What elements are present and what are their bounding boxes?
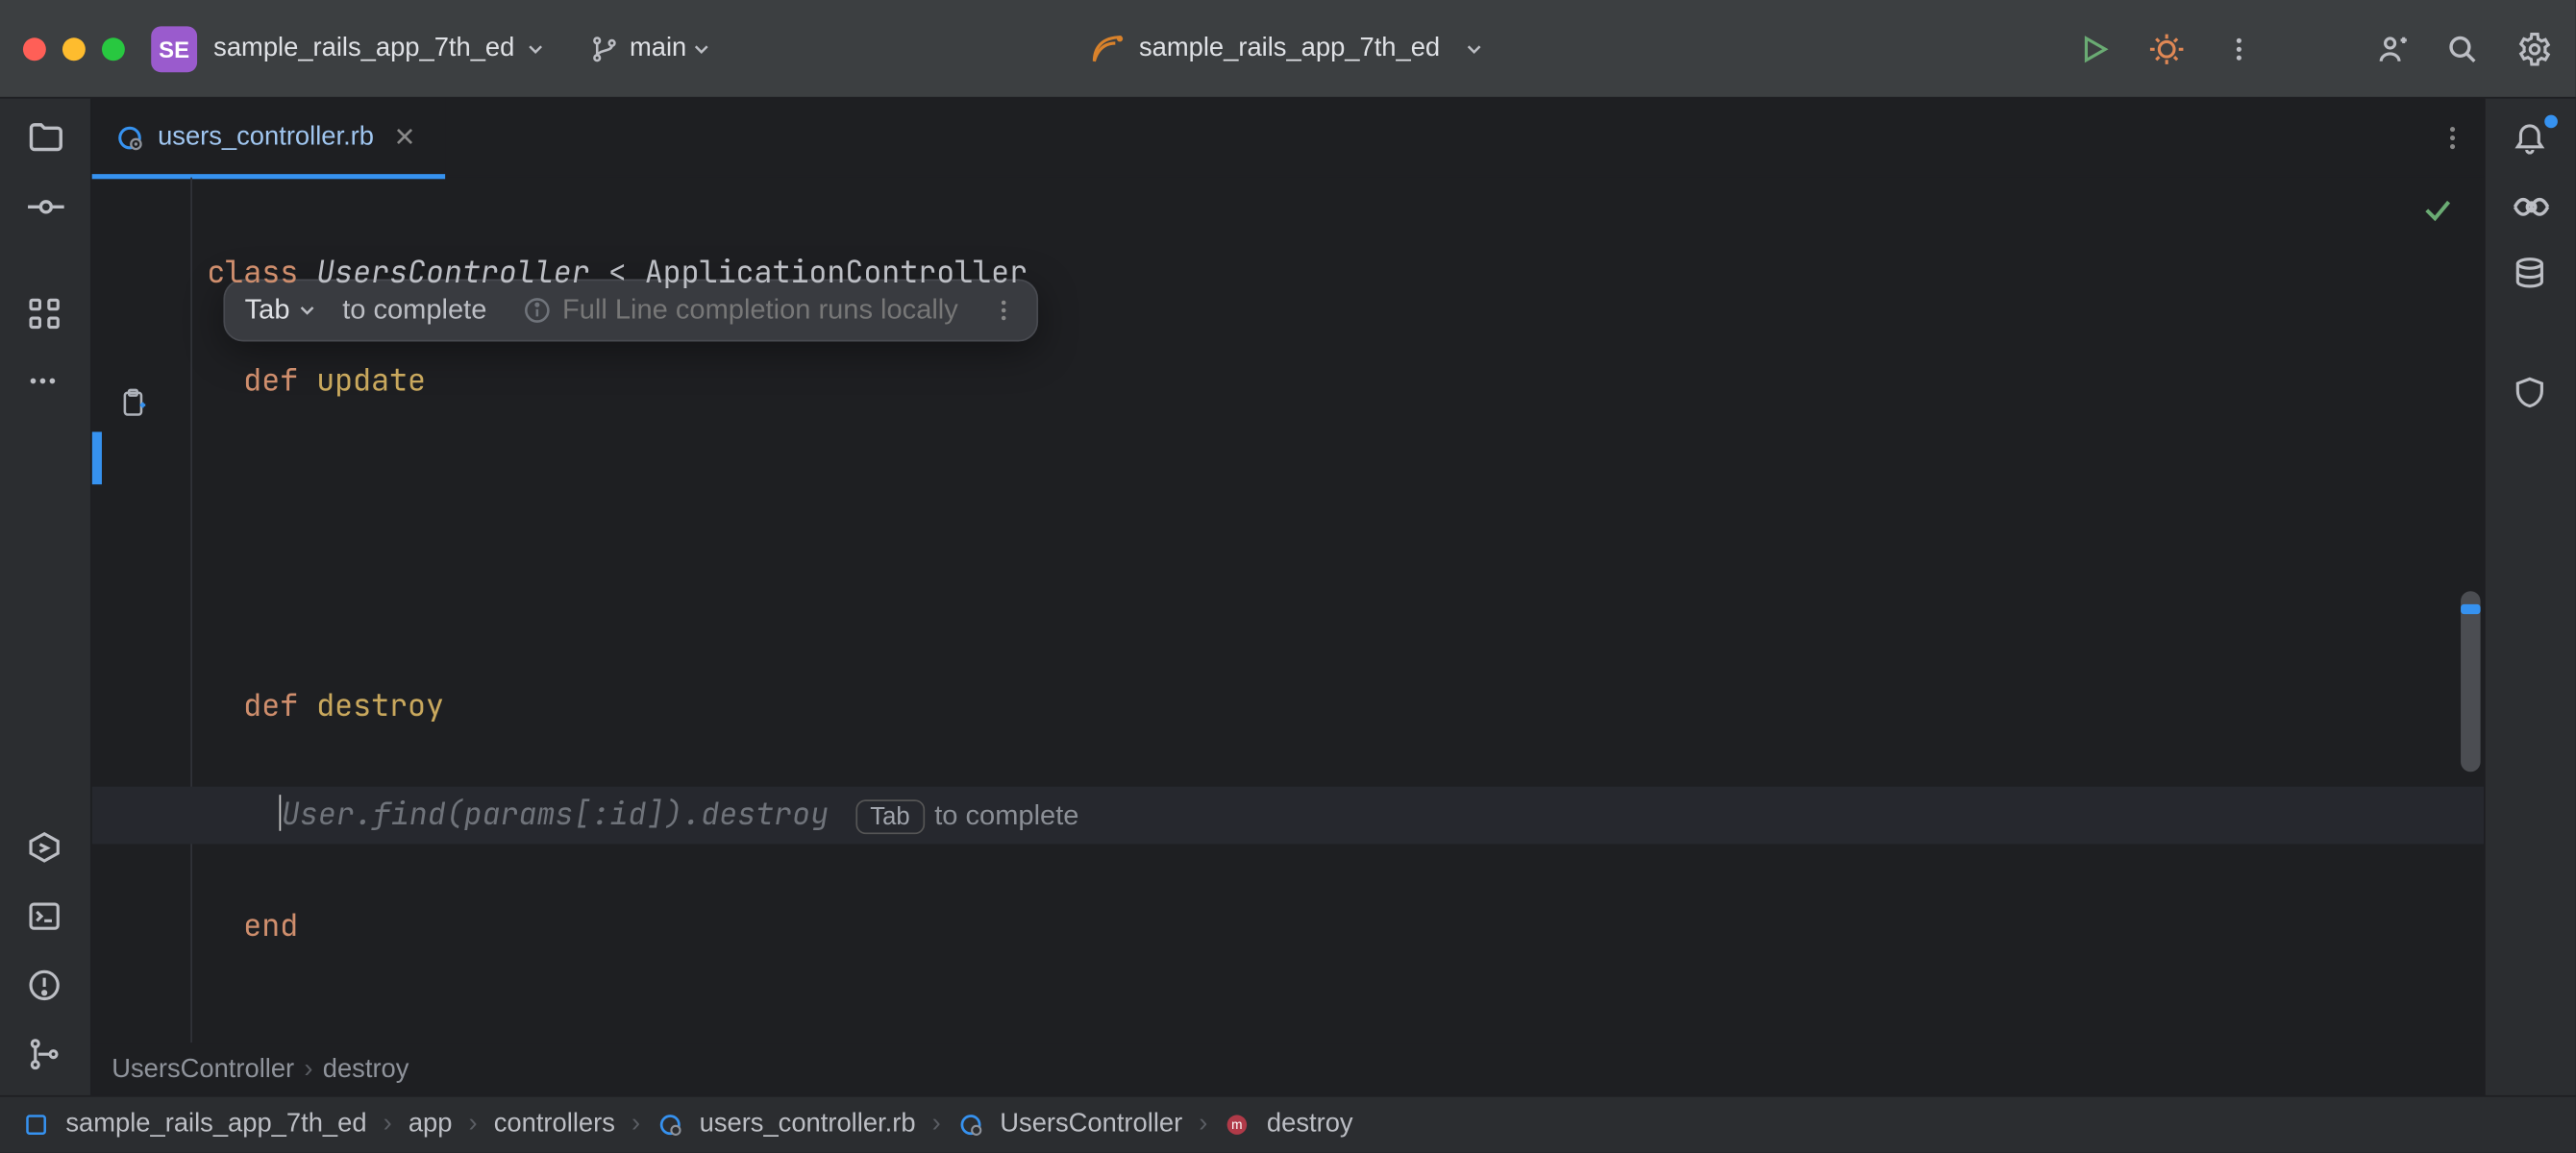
git-branch-icon — [590, 34, 620, 63]
problems-indicator[interactable] — [2421, 194, 2454, 227]
breadcrumb-folder[interactable]: controllers — [494, 1110, 615, 1140]
search-button[interactable] — [2444, 31, 2481, 67]
run-config-name: sample_rails_app_7th_ed — [1139, 34, 1440, 63]
class-icon — [957, 1112, 983, 1138]
close-tab-button[interactable]: ✕ — [387, 121, 423, 154]
chevron-right-icon: › — [469, 1110, 478, 1140]
scroll-marker — [2461, 604, 2481, 614]
chevron-right-icon: › — [1199, 1110, 1207, 1140]
paste-gutter-icon[interactable] — [109, 378, 158, 427]
editor-tab[interactable]: users_controller.rb ✕ — [92, 98, 445, 177]
breadcrumb-folder[interactable]: app — [409, 1110, 453, 1140]
tab-options-button[interactable] — [2438, 122, 2467, 152]
settings-button[interactable] — [2516, 31, 2553, 67]
tab-filename: users_controller.rb — [158, 122, 374, 152]
traffic-lights — [23, 37, 125, 60]
code-content[interactable]: class UsersController < ApplicationContr… — [207, 190, 2417, 1043]
navigation-bar[interactable]: sample_rails_app_7th_ed › app › controll… — [0, 1095, 2576, 1153]
change-marker[interactable] — [92, 431, 102, 484]
context-class: UsersController — [111, 1055, 294, 1085]
maximize-window-button[interactable] — [102, 37, 125, 60]
rails-icon — [1090, 31, 1127, 67]
ai-assistant-button[interactable] — [2511, 187, 2550, 227]
chevron-right-icon: › — [932, 1110, 941, 1140]
commit-toolwindow-button[interactable] — [25, 187, 64, 227]
vcs-toolwindow-button[interactable] — [25, 1036, 64, 1075]
structure-toolwindow-button[interactable] — [25, 296, 64, 335]
context-separator: › — [304, 1055, 312, 1085]
more-actions-button[interactable] — [2221, 31, 2258, 67]
right-toolbar — [2484, 99, 2576, 1095]
titlebar: SE sample_rails_app_7th_ed main sample_r… — [0, 0, 2576, 99]
problems-toolwindow-button[interactable] — [25, 968, 64, 1007]
chevron-down-icon[interactable] — [1463, 37, 1486, 60]
breadcrumb-module[interactable]: sample_rails_app_7th_ed — [65, 1110, 366, 1140]
method-icon: m — [1224, 1112, 1250, 1138]
ruby-file-icon — [656, 1112, 682, 1138]
ruby-file-icon — [115, 122, 145, 152]
run-button[interactable] — [2076, 31, 2113, 67]
editor-tabs: users_controller.rb ✕ — [92, 99, 2484, 178]
editor-context-bar[interactable]: UsersController › destroy — [92, 1043, 2484, 1095]
code-area[interactable]: Tab to complete Full Line completion run… — [92, 178, 2484, 1043]
shield-toolwindow-button[interactable] — [2511, 375, 2550, 414]
context-method: destroy — [323, 1055, 409, 1085]
module-icon — [23, 1112, 49, 1138]
breadcrumb-file[interactable]: users_controller.rb — [700, 1110, 916, 1140]
more-toolwindows-button[interactable] — [25, 364, 64, 404]
svg-text:m: m — [1231, 1117, 1242, 1132]
vcs-branch[interactable]: main — [590, 34, 713, 63]
run-config-selector[interactable]: sample_rails_app_7th_ed — [1090, 31, 1486, 67]
inline-tab-key: Tab — [855, 799, 925, 834]
inline-hint-label: to complete — [934, 799, 1078, 830]
project-toolwindow-button[interactable] — [25, 118, 64, 158]
chevron-right-icon: › — [632, 1110, 640, 1140]
debug-button[interactable] — [2148, 31, 2185, 67]
vertical-scrollbar[interactable] — [2461, 591, 2481, 772]
close-window-button[interactable] — [23, 37, 46, 60]
left-toolbar — [0, 99, 92, 1095]
services-toolwindow-button[interactable] — [25, 829, 64, 869]
chevron-down-icon[interactable] — [525, 37, 548, 60]
branch-name: main — [630, 34, 686, 63]
chevron-down-icon[interactable] — [690, 37, 713, 60]
minimize-window-button[interactable] — [62, 37, 86, 60]
database-toolwindow-button[interactable] — [2511, 257, 2550, 296]
chevron-right-icon: › — [384, 1110, 392, 1140]
breadcrumb-class[interactable]: UsersController — [1000, 1110, 1182, 1140]
editor: users_controller.rb ✕ — [92, 99, 2484, 1095]
code-with-me-button[interactable] — [2372, 31, 2409, 67]
terminal-toolwindow-button[interactable] — [25, 898, 64, 938]
breadcrumb-method[interactable]: destroy — [1267, 1110, 1353, 1140]
project-name[interactable]: sample_rails_app_7th_ed — [213, 34, 514, 63]
project-badge: SE — [151, 25, 197, 71]
notifications-button[interactable] — [2511, 118, 2550, 158]
